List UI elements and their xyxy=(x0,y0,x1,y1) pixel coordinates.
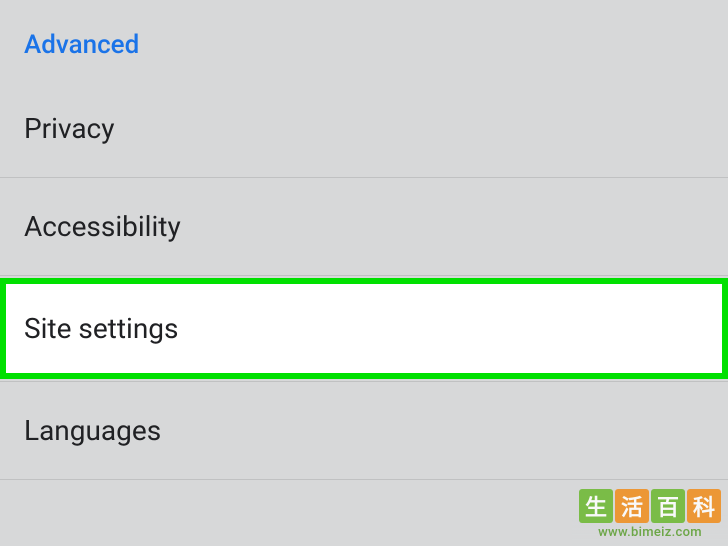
settings-item-privacy[interactable]: Privacy xyxy=(0,80,728,177)
divider xyxy=(0,275,728,276)
watermark-char: 生 xyxy=(579,489,613,523)
watermark-char: 科 xyxy=(687,489,721,523)
watermark-char: 活 xyxy=(615,489,649,523)
highlight-box: Site settings xyxy=(0,278,728,379)
settings-item-languages[interactable]: Languages xyxy=(0,382,728,479)
watermark: 生 活 百 科 www.bimeiz.com xyxy=(572,482,728,546)
watermark-char: 百 xyxy=(651,489,685,523)
settings-item-site-settings[interactable]: Site settings xyxy=(6,284,722,373)
section-header-advanced: Advanced xyxy=(0,0,728,80)
watermark-url: www.bimeiz.com xyxy=(598,525,702,540)
divider xyxy=(0,479,728,480)
watermark-chars: 生 活 百 科 xyxy=(579,489,721,523)
settings-item-accessibility[interactable]: Accessibility xyxy=(0,178,728,275)
